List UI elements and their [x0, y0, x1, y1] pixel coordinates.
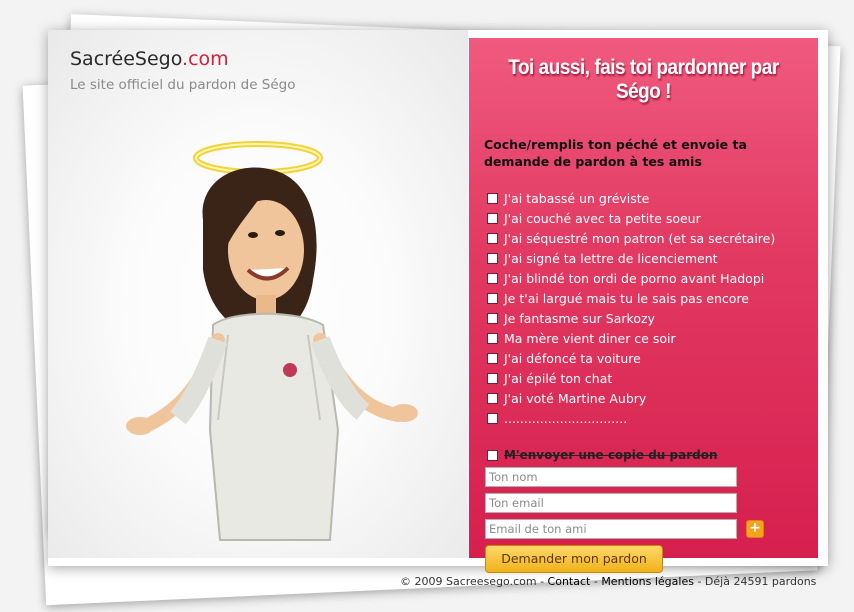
pardon-count: - Déjà 24591 pardons: [693, 575, 817, 588]
sin-item[interactable]: J'ai séquestré mon patron (et sa secréta…: [487, 228, 775, 248]
site-logo[interactable]: SacréeSego.com: [70, 48, 229, 70]
left-panel: SacréeSego.com Le site officiel du pardo…: [48, 30, 468, 558]
sin-item[interactable]: Je t'ai largué mais tu le sais pas encor…: [487, 288, 775, 308]
tagline: Le site officiel du pardon de Ségo: [70, 77, 296, 93]
form-panel: Toi aussi, fais toi pardonner par Ségo !…: [469, 38, 818, 573]
friend-email-input[interactable]: [485, 519, 737, 539]
sin-item-custom[interactable]: ...............................: [487, 408, 775, 428]
sin-label: Je t'ai largué mais tu le sais pas encor…: [504, 290, 749, 306]
form-instructions: Coche/remplis ton péché et envoie ta dem…: [484, 137, 747, 169]
logo-domain: .com: [182, 48, 229, 70]
sin-label: J'ai épilé ton chat: [504, 370, 613, 386]
add-friend-button[interactable]: +: [746, 520, 764, 538]
sin-checkbox[interactable]: [487, 272, 498, 284]
sin-checkbox[interactable]: [487, 232, 498, 244]
sin-item[interactable]: J'ai voté Martine Aubry: [487, 388, 775, 408]
sin-label: J'ai défoncé ta voiture: [504, 350, 641, 366]
sin-item[interactable]: J'ai couché avec ta petite soeur: [487, 208, 775, 228]
footer-separator: -: [590, 575, 602, 588]
sin-checkbox[interactable]: [487, 332, 498, 344]
logo-name: SacréeSego: [70, 48, 183, 70]
sin-item[interactable]: J'ai tabassé un gréviste: [487, 188, 775, 208]
email-input[interactable]: [485, 493, 737, 513]
sin-item[interactable]: J'ai épilé ton chat: [487, 368, 775, 388]
main-card: SacréeSego.com Le site officiel du pardo…: [48, 30, 828, 573]
sin-item[interactable]: Ma mère vient diner ce soir: [487, 328, 775, 348]
contact-link[interactable]: Contact: [548, 575, 591, 588]
sin-checkbox[interactable]: [487, 312, 498, 324]
copy-option[interactable]: M'envoyer une copie du pardon: [487, 448, 718, 462]
sin-label: J'ai tabassé un gréviste: [504, 190, 650, 206]
caricature-illustration: [126, 141, 418, 541]
sin-checkbox[interactable]: [487, 292, 498, 304]
sin-checkbox[interactable]: [487, 252, 498, 264]
sin-checkbox[interactable]: [487, 392, 498, 404]
sin-checkbox[interactable]: [487, 412, 498, 424]
form-headline: Toi aussi, fais toi pardonner par Ségo !: [508, 56, 779, 103]
sin-item[interactable]: J'ai défoncé ta voiture: [487, 348, 775, 368]
copy-checkbox[interactable]: [487, 449, 498, 461]
sin-item[interactable]: J'ai blindé ton ordi de porno avant Hado…: [487, 268, 775, 288]
sin-item[interactable]: Je fantasme sur Sarkozy: [487, 308, 775, 328]
submit-button[interactable]: Demander mon pardon: [485, 545, 663, 573]
sin-checkbox[interactable]: [487, 352, 498, 364]
sin-label: J'ai couché avec ta petite soeur: [504, 210, 701, 226]
footer-copyright: © 2009 Sacreesego.com -: [400, 575, 548, 588]
sin-label: Ma mère vient diner ce soir: [504, 330, 676, 346]
sin-checkbox[interactable]: [487, 372, 498, 384]
sin-label: J'ai signé ta lettre de licenciement: [504, 250, 718, 266]
copy-label: M'envoyer une copie du pardon: [504, 448, 718, 462]
name-input[interactable]: [485, 467, 737, 487]
sin-label: J'ai blindé ton ordi de porno avant Hado…: [504, 270, 765, 286]
sin-checkbox[interactable]: [487, 212, 498, 224]
sin-checkbox[interactable]: [487, 192, 498, 204]
custom-sin-field[interactable]: ...............................: [504, 411, 627, 426]
sin-item[interactable]: J'ai signé ta lettre de licenciement: [487, 248, 775, 268]
footer: © 2009 Sacreesego.com - Contact - Mentio…: [400, 575, 816, 588]
sin-label: J'ai voté Martine Aubry: [504, 390, 647, 406]
sin-list: J'ai tabassé un gréviste J'ai couché ave…: [487, 188, 775, 428]
legal-link[interactable]: Mentions légales: [601, 575, 694, 588]
sin-label: J'ai séquestré mon patron (et sa secréta…: [504, 230, 776, 246]
sin-label: Je fantasme sur Sarkozy: [504, 310, 655, 326]
